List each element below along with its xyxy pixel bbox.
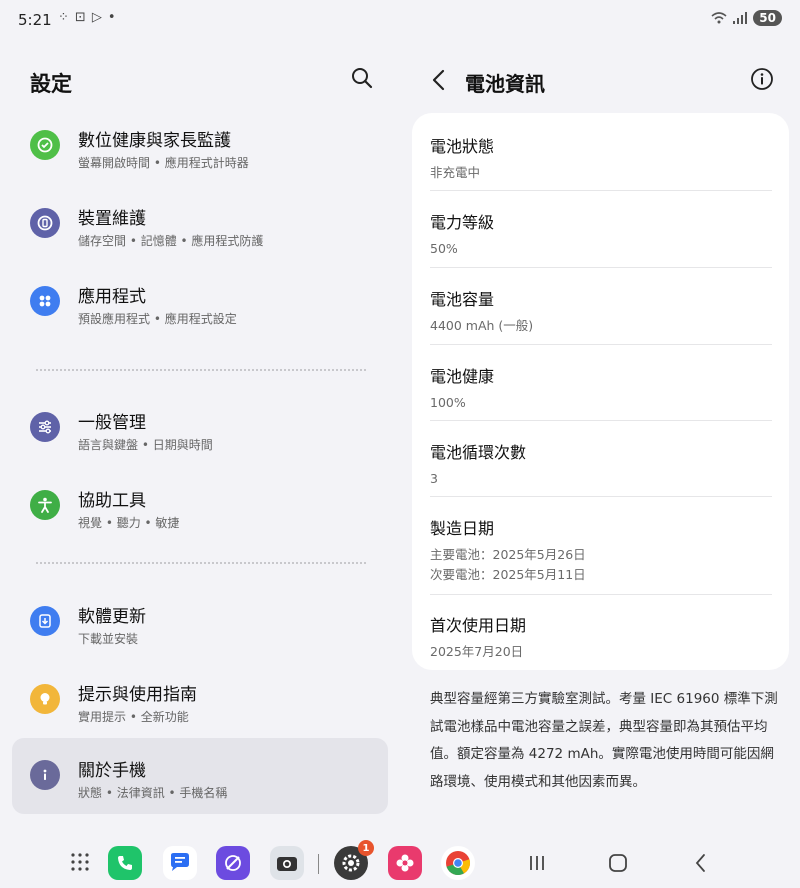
menu-item-subtitle: 螢幕開啟時間 • 應用程式計時器: [78, 156, 249, 170]
menu-item-subtitle: 預設應用程式 • 應用程式設定: [78, 312, 237, 326]
row-value: 4400 mAh (一般): [430, 318, 534, 333]
menu-item-title: 一般管理: [78, 413, 146, 433]
row-divider: [430, 496, 772, 497]
menu-item-title: 裝置維護: [78, 209, 146, 229]
nav-back-icon[interactable]: [688, 850, 714, 876]
about-phone-icon: [30, 760, 60, 790]
row-title: 電池健康: [430, 367, 495, 386]
menu-item-digital-wellbeing[interactable]: 數位健康與家長監護 螢幕開啟時間 • 應用程式計時器: [12, 108, 388, 184]
menu-item-apps[interactable]: 應用程式 預設應用程式 • 應用程式設定: [12, 264, 388, 340]
device-care-icon: [30, 208, 60, 238]
menu-item-title: 提示與使用指南: [78, 685, 197, 705]
software-update-icon: [30, 606, 60, 636]
recent-apps-icon[interactable]: [524, 850, 550, 876]
section-divider: [36, 369, 366, 371]
battery-footnote: 典型容量經第三方實驗室測試。考量 IEC 61960 標準下測試電池樣品中電池容…: [430, 691, 778, 790]
menu-item-device-care[interactable]: 裝置維護 儲存空間 • 記憶體 • 應用程式防護: [12, 186, 388, 262]
row-battery-capacity: 電池容量 4400 mAh (一般): [430, 286, 772, 336]
row-value-secondary: 次要電池：2025年5月11日: [430, 567, 586, 582]
menu-item-general-management[interactable]: 一般管理 語言與鍵盤 • 日期與時間: [12, 390, 388, 466]
settings-app-icon[interactable]: 1: [334, 840, 374, 880]
row-battery-health: 電池健康 100%: [430, 363, 772, 413]
row-title: 製造日期: [430, 519, 495, 538]
status-bar: 5:21 ⁘ ⊡ ▷ • 50: [0, 0, 800, 40]
row-first-use-date: 首次使用日期 2025年7月20日: [430, 612, 772, 662]
grid-icon: ⁘: [58, 10, 69, 25]
menu-item-title: 協助工具: [78, 491, 146, 511]
general-management-icon: [30, 412, 60, 442]
messages-app-icon[interactable]: [163, 846, 197, 880]
status-time: 5:21: [18, 11, 52, 29]
dock-separator: [318, 854, 319, 874]
battery-info-card: 電池狀態 非充電中 電力等級 50% 電池容量 4400 mAh (一般) 電池…: [412, 113, 789, 670]
digital-wellbeing-icon: [30, 130, 60, 160]
chrome-app-icon[interactable]: [441, 846, 475, 880]
row-battery-cycles: 電池循環次數 3: [430, 439, 772, 489]
row-power-level: 電力等級 50%: [430, 209, 772, 259]
wifi-icon: [711, 12, 727, 24]
row-divider: [430, 190, 772, 191]
menu-item-about-phone[interactable]: 關於手機 狀態 • 法律資訊 • 手機名稱: [12, 738, 388, 814]
home-icon[interactable]: [605, 850, 631, 876]
dot-icon: •: [107, 10, 116, 25]
menu-item-subtitle: 下載並安裝: [78, 632, 139, 646]
row-value: 2025年7月20日: [430, 644, 524, 659]
play-store-icon: ▷: [91, 10, 102, 25]
menu-item-accessibility[interactable]: 協助工具 視覺 • 聽力 • 敏捷: [12, 468, 388, 544]
accessibility-icon: [30, 490, 60, 520]
status-system-icons: 50: [711, 10, 782, 26]
settings-panel: 設定 數位健康與家長監護 螢幕開啟時間 • 應用程式計時器 裝置維護 儲存空間 …: [0, 40, 400, 820]
menu-item-subtitle: 語言與鍵盤 • 日期與時間: [78, 438, 213, 452]
tips-icon: [30, 684, 60, 714]
row-divider: [430, 267, 772, 268]
row-divider: [430, 420, 772, 421]
app-drawer-icon[interactable]: [70, 852, 90, 872]
info-icon[interactable]: [750, 67, 774, 91]
row-value: 主要電池：2025年5月26日: [430, 547, 586, 562]
row-battery-status: 電池狀態 非充電中: [430, 133, 772, 183]
section-divider: [36, 562, 366, 564]
camera-app-icon[interactable]: [270, 846, 304, 880]
apps-icon: [30, 286, 60, 316]
row-title: 首次使用日期: [430, 616, 527, 635]
status-notification-icons: ⁘ ⊡ ▷ •: [58, 10, 115, 25]
menu-item-title: 關於手機: [78, 761, 146, 781]
page-title: 電池資訊: [465, 72, 545, 96]
signal-icon: [733, 12, 748, 24]
menu-item-tips[interactable]: 提示與使用指南 實用提示 • 全新功能: [12, 662, 388, 738]
search-icon[interactable]: [350, 66, 374, 90]
screen-capture-icon: ⊡: [74, 10, 86, 25]
row-divider: [430, 594, 772, 595]
row-value: 非充電中: [430, 165, 481, 180]
taskbar: 1: [0, 836, 800, 888]
menu-item-title: 軟體更新: [78, 607, 146, 627]
menu-item-software-update[interactable]: 軟體更新 下載並安裝: [12, 584, 388, 660]
menu-item-subtitle: 實用提示 • 全新功能: [78, 710, 189, 724]
row-value: 50%: [430, 241, 458, 256]
row-divider: [430, 344, 772, 345]
row-title: 電池循環次數: [430, 443, 527, 462]
menu-item-title: 應用程式: [78, 287, 146, 307]
back-arrow-icon[interactable]: [428, 68, 450, 92]
row-title: 電力等級: [430, 213, 495, 232]
row-value: 3: [430, 471, 438, 486]
menu-item-subtitle: 視覺 • 聽力 • 敏捷: [78, 516, 180, 530]
row-manufacture-date: 製造日期 主要電池：2025年5月26日 次要電池：2025年5月11日: [430, 515, 772, 585]
phone-app-icon[interactable]: [108, 846, 142, 880]
row-title: 電池容量: [430, 290, 495, 309]
row-title: 電池狀態: [430, 137, 495, 156]
menu-item-subtitle: 狀態 • 法律資訊 • 手機名稱: [78, 786, 228, 800]
menu-item-title: 數位健康與家長監護: [78, 131, 231, 151]
notification-badge: 1: [358, 840, 374, 856]
row-value: 100%: [430, 395, 466, 410]
menu-item-subtitle: 儲存空間 • 記憶體 • 應用程式防護: [78, 234, 264, 248]
settings-title: 設定: [30, 72, 72, 96]
gallery-app-icon[interactable]: [388, 846, 422, 880]
browser-app-icon[interactable]: [216, 846, 250, 880]
battery-level: 50: [753, 10, 782, 26]
